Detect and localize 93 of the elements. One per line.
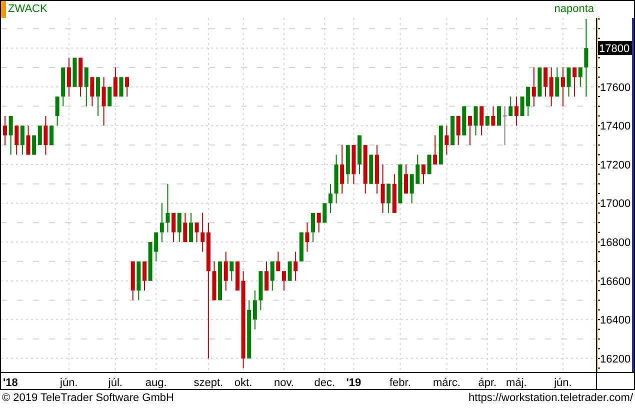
year-label: '19	[346, 377, 362, 389]
candlestick	[328, 183, 332, 214]
month-label: jún.	[554, 377, 572, 389]
month-label: febr.	[390, 377, 411, 389]
price-label: 17200	[600, 159, 631, 172]
price-label: 17400	[600, 120, 631, 133]
candlestick	[532, 66, 536, 107]
candlestick	[55, 96, 60, 126]
candlestick	[444, 125, 449, 156]
candlestick	[584, 18, 588, 98]
month-label: nov.	[274, 377, 294, 389]
month-label: aug.	[145, 377, 167, 389]
month-label: dec.	[314, 377, 336, 389]
candlestick	[294, 251, 298, 282]
symbol-label: ZWACK	[8, 2, 48, 18]
candlestick	[108, 86, 112, 107]
candlestick	[38, 125, 42, 146]
candlestick	[508, 96, 513, 116]
last-price-badge: 17800	[598, 41, 632, 56]
candlestick	[480, 106, 484, 136]
candlestick	[456, 115, 460, 146]
candlestick	[66, 57, 71, 98]
candlestick	[160, 202, 164, 243]
month-label: máj.	[506, 377, 527, 389]
candlestick	[468, 115, 472, 146]
candlestick	[549, 66, 554, 107]
candlestick	[270, 260, 274, 292]
month-label: okt.	[234, 377, 252, 389]
candlestick	[183, 212, 188, 243]
candlestick	[404, 164, 408, 194]
candlestick	[566, 66, 571, 98]
interval-label: naponta	[554, 2, 594, 18]
candlestick	[14, 125, 19, 156]
price-label: 16200	[600, 353, 631, 366]
price-label: 16400	[600, 314, 631, 327]
month-label: szept.	[194, 377, 224, 389]
candlestick	[572, 66, 577, 98]
candlestick	[544, 66, 548, 98]
candlestick	[555, 66, 560, 98]
candlestick	[322, 202, 327, 224]
candlestick	[90, 76, 94, 107]
candlestick	[200, 212, 205, 252]
month-label: jún.	[60, 377, 78, 389]
candlestick	[8, 115, 13, 156]
candlestick	[84, 66, 88, 107]
candlestick	[311, 212, 316, 243]
candlestick	[282, 270, 286, 292]
month-label: márc.	[432, 377, 460, 389]
candlestick	[421, 164, 426, 184]
candlestick	[578, 66, 582, 88]
candlestick	[125, 76, 130, 98]
price-label: 16800	[600, 237, 631, 250]
candlestick	[230, 260, 234, 282]
candlestick	[276, 251, 280, 272]
website-link[interactable]: https://workstation.teletrader.com/	[468, 390, 633, 406]
candlestick	[172, 212, 176, 243]
candlestick	[20, 125, 24, 156]
candlestick	[188, 212, 193, 243]
candlestick	[316, 212, 321, 233]
candlestick	[386, 183, 391, 214]
candlestick	[491, 106, 496, 126]
candlestick	[340, 144, 344, 194]
candlestick	[560, 66, 565, 107]
price-label: 17000	[600, 198, 631, 210]
copyright-text: © 2019 TeleTrader Software GmbH	[2, 391, 174, 406]
candlestick	[142, 260, 146, 292]
price-label: 16600	[600, 276, 631, 288]
candlestick	[96, 76, 100, 116]
candlestick	[113, 66, 118, 98]
year-label: '18	[3, 377, 18, 389]
symbol-marker	[1, 1, 6, 18]
candlestick	[224, 251, 228, 292]
candlestick	[26, 125, 30, 156]
candlestick	[264, 260, 269, 292]
candlestick	[119, 76, 124, 98]
candlestick	[380, 164, 385, 214]
candlestick	[44, 115, 48, 156]
candlestick	[102, 76, 106, 126]
candlestick	[514, 96, 518, 126]
month-label: júl.	[108, 377, 122, 389]
candlestick	[177, 212, 182, 243]
price-label: 17600	[600, 82, 631, 94]
candlestick	[194, 222, 199, 243]
candlestick	[3, 115, 7, 146]
candlestick	[502, 106, 508, 146]
candlestick	[252, 290, 257, 330]
candlestick	[32, 134, 36, 156]
candlestick	[305, 222, 310, 252]
month-label: ápr.	[478, 377, 497, 389]
candlestick	[433, 134, 438, 165]
candlestick	[288, 260, 292, 282]
candlestick	[474, 106, 478, 136]
candlestick	[166, 183, 170, 233]
